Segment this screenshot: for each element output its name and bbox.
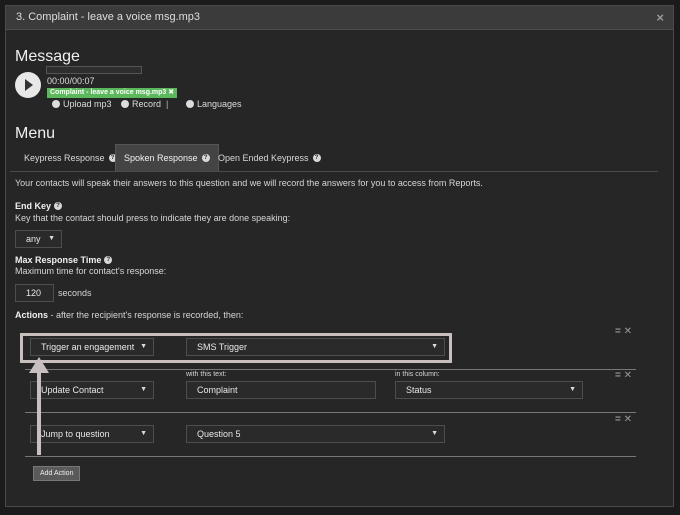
languages-link[interactable]: Languages <box>186 99 242 109</box>
help-icon: ? <box>54 202 63 210</box>
max-time-label-row: Max Response Time ? <box>15 255 113 265</box>
languages-label: Languages <box>197 99 242 109</box>
actions-suffix: - after the recipient's response is reco… <box>48 310 244 320</box>
caret-down-icon: ▼ <box>140 430 147 437</box>
actions-label: Actions <box>15 310 49 320</box>
actions-heading: Actions - after the recipient's response… <box>15 310 243 320</box>
tab-label: Open Ended Keypress <box>218 152 309 163</box>
caret-down-icon: ▼ <box>140 386 147 393</box>
column-select[interactable]: Status ▼ <box>395 381 583 399</box>
end-key-label-row: End Key ? <box>15 201 63 211</box>
seconds-label: seconds <box>58 288 92 298</box>
end-key-value: any <box>26 234 41 244</box>
tab-label: Spoken Response <box>124 153 198 163</box>
help-icon: ? <box>201 154 210 162</box>
tab-label: Keypress Response <box>24 152 105 163</box>
add-action-button[interactable]: Add Action <box>33 466 81 481</box>
menu-heading: Menu <box>15 125 56 142</box>
dialog-titlebar: 3. Complaint - leave a voice msg.mp3 × <box>6 6 673 30</box>
arrow-annotation <box>29 357 49 455</box>
tab-spoken-response[interactable]: Spoken Response ? <box>115 144 219 171</box>
row-2-tools[interactable]: = ✕ <box>615 370 632 381</box>
column-value: Status <box>406 385 432 395</box>
link-separator: | <box>166 99 169 109</box>
tab-open-ended-keypress[interactable]: Open Ended Keypress ? <box>210 144 329 171</box>
record-link[interactable]: Record <box>121 99 161 109</box>
max-time-help: Maximum time for contact's response: <box>15 266 167 276</box>
caret-down-icon: ▼ <box>569 386 576 393</box>
row-divider <box>25 369 636 370</box>
upload-label: Upload mp3 <box>63 99 112 109</box>
end-key-label: End Key <box>15 201 52 211</box>
caret-down-icon: ▼ <box>48 235 55 242</box>
highlight-box <box>20 333 452 363</box>
help-icon: ? <box>312 153 321 162</box>
help-icon: ? <box>104 256 113 264</box>
response-tabs: Keypress Response ? Spoken Response ? Op… <box>10 144 658 172</box>
question-select[interactable]: Question 5 ▼ <box>186 425 445 443</box>
question-value: Question 5 <box>197 429 241 439</box>
record-label: Record <box>132 99 162 109</box>
end-key-select[interactable]: any ▼ <box>15 230 62 248</box>
tab-keypress-response[interactable]: Keypress Response ? <box>16 144 125 171</box>
audio-progress-bar[interactable] <box>46 66 142 74</box>
message-heading: Message <box>15 48 80 65</box>
play-icon <box>25 79 33 91</box>
caret-down-icon: ▼ <box>431 430 438 437</box>
play-button[interactable] <box>15 72 41 98</box>
audio-time: 00:00/00:07 <box>47 76 95 86</box>
max-time-label: Max Response Time <box>15 255 102 265</box>
upload-mp3-link[interactable]: Upload mp3 <box>52 99 112 109</box>
row-1-tools[interactable]: = ✕ <box>615 326 632 337</box>
in-column-label: in this column: <box>395 371 440 378</box>
record-icon <box>121 100 129 108</box>
max-time-input[interactable]: 120 <box>15 284 54 302</box>
end-key-help: Key that the contact should press to ind… <box>15 213 291 223</box>
upload-icon <box>52 100 60 108</box>
close-icon[interactable]: × <box>656 10 664 25</box>
row-divider <box>25 412 636 413</box>
row-3-tools[interactable]: = ✕ <box>615 414 632 425</box>
row-divider <box>25 456 636 457</box>
dialog-title: 3. Complaint - leave a voice msg.mp3 <box>16 11 201 23</box>
file-badge[interactable]: Complaint - leave a voice msg.mp3 ✖ <box>47 88 178 98</box>
with-text-input[interactable]: Complaint <box>186 381 376 399</box>
spoken-description: Your contacts will speak their answers t… <box>15 178 483 188</box>
globe-icon <box>186 100 194 108</box>
with-text-label: with this text: <box>186 371 227 378</box>
